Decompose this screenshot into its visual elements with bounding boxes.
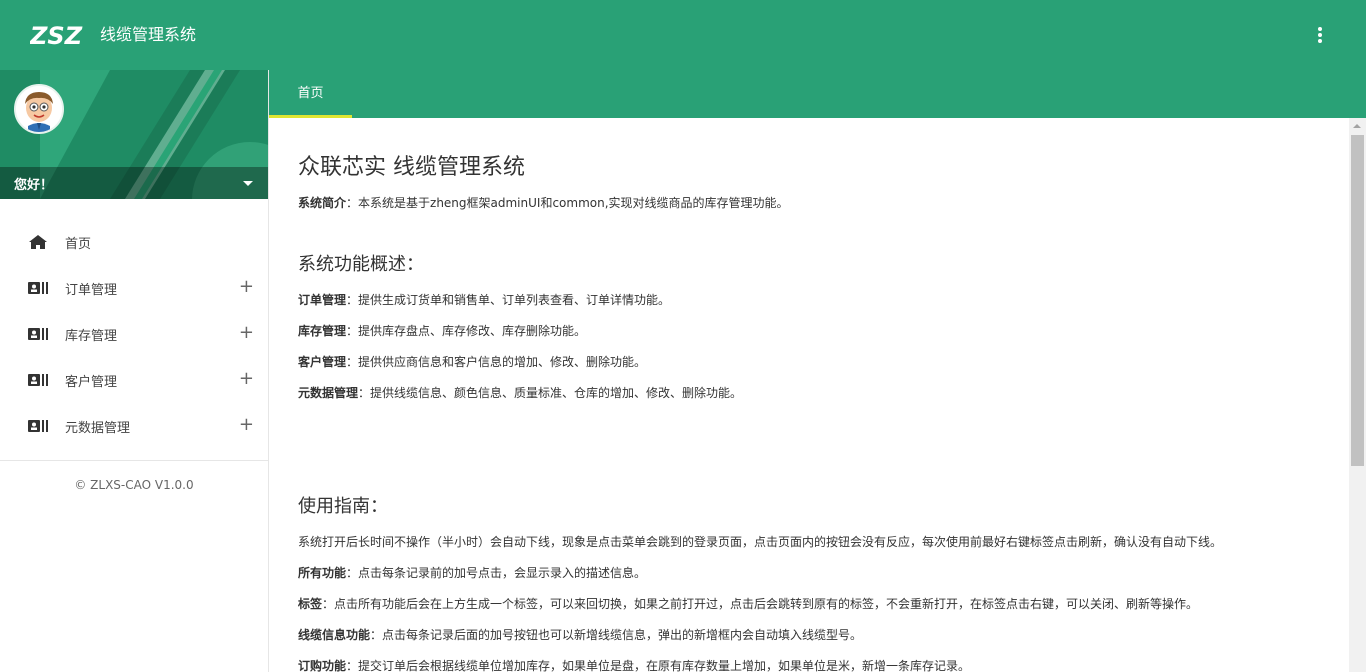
greeting-bar[interactable]: 您好！ <box>0 167 268 199</box>
tab-bar: 首页 <box>269 70 1366 118</box>
feature-label: 元数据管理 <box>298 386 359 400</box>
id-card-icon <box>28 420 48 432</box>
guide-line: 线缆信息功能：点击每条记录后面的加号按钮也可以新增线缆信息，弹出的新增框内会自动… <box>298 627 1349 643</box>
guide-label: 订购功能 <box>298 659 347 672</box>
feature-text: ：提供生成订货单和销售单、订单列表查看、订单详情功能。 <box>346 293 671 307</box>
profile-panel: 您好！ <box>0 70 268 199</box>
sidebar-divider <box>0 460 268 461</box>
expand-plus-icon[interactable]: + <box>239 322 254 344</box>
guide-text: ：提交订单后会根据线缆单位增加库存，如果单位是盘，在原有库存数量上增加，如果单位… <box>346 659 971 672</box>
feature-label: 库存管理 <box>298 324 347 338</box>
id-card-icon <box>28 374 48 386</box>
guide-heading: 使用指南： <box>298 496 388 517</box>
sidebar-item-metadata[interactable]: 元数据管理 + <box>0 403 268 449</box>
scroll-up-arrow-icon[interactable] <box>1353 124 1361 128</box>
feature-text: ：提供线缆信息、颜色信息、质量标准、仓库的增加、修改、删除功能。 <box>358 386 743 400</box>
intro-paragraph: 系统简介：本系统是基于zheng框架adminUI和common,实现对线缆商品… <box>298 195 1349 211</box>
scrollbar-thumb[interactable] <box>1351 135 1364 466</box>
svg-text:ZSZ: ZSZ <box>30 22 83 48</box>
sidebar-item-home[interactable]: 首页 <box>0 219 268 265</box>
logo: ZSZ <box>30 22 83 48</box>
sidebar-menu: 首页 订单管理 + 库存管理 + 客户管理 + 元数据管理 + <box>0 199 268 449</box>
feature-label: 订单管理 <box>298 293 347 307</box>
expand-plus-icon[interactable]: + <box>239 276 254 298</box>
feature-line: 订单管理：提供生成订货单和销售单、订单列表查看、订单详情功能。 <box>298 292 1349 308</box>
features-heading: 系统功能概述： <box>298 254 424 275</box>
version-label: © ZLXS-CAO V1.0.0 <box>74 478 194 492</box>
guide-line: 标签：点击所有功能后会在上方生成一个标签，可以来回切换，如果之前打开过，点击后会… <box>298 596 1349 612</box>
intro-text: ：本系统是基于zheng框架adminUI和common,实现对线缆商品的库存管… <box>346 196 789 210</box>
more-menu-icon[interactable] <box>1310 24 1330 46</box>
top-header: ZSZ 线缆管理系统 <box>0 0 1366 70</box>
feature-text: ：提供库存盘点、库存修改、库存删除功能。 <box>346 324 587 338</box>
content-scrollbar[interactable] <box>1349 118 1366 672</box>
expand-plus-icon[interactable]: + <box>239 414 254 436</box>
sidebar-item-inventory[interactable]: 库存管理 + <box>0 311 268 357</box>
app-title: 线缆管理系统 <box>100 25 197 44</box>
greeting-text: 您好！ <box>14 178 54 193</box>
home-icon <box>29 235 47 249</box>
tab-label: 首页 <box>297 86 324 101</box>
sidebar-item-customers[interactable]: 客户管理 + <box>0 357 268 403</box>
sidebar-item-label: 客户管理 <box>65 375 118 390</box>
sidebar-item-orders[interactable]: 订单管理 + <box>0 265 268 311</box>
guide-line: 所有功能：点击每条记录前的加号点击，会显示录入的描述信息。 <box>298 565 1349 581</box>
id-card-icon <box>28 328 48 340</box>
guide-text: ：点击每条记录后面的加号按钮也可以新增线缆信息，弹出的新增框内会自动填入线缆型号… <box>370 628 863 642</box>
sidebar-item-label: 元数据管理 <box>65 421 131 436</box>
avatar <box>14 84 64 134</box>
feature-line: 元数据管理：提供线缆信息、颜色信息、质量标准、仓库的增加、修改、删除功能。 <box>298 385 1349 401</box>
guide-line: 订购功能：提交订单后会根据线缆单位增加库存，如果单位是盘，在原有库存数量上增加，… <box>298 658 1349 672</box>
id-card-icon <box>28 282 48 294</box>
guide-label: 标签 <box>298 597 323 611</box>
page-title: 众联芯实 线缆管理系统 <box>298 155 525 180</box>
feature-text: ：提供供应商信息和客户信息的增加、修改、删除功能。 <box>346 355 647 369</box>
guide-label: 所有功能 <box>298 566 347 580</box>
tab-home[interactable]: 首页 <box>269 70 352 118</box>
feature-label: 客户管理 <box>298 355 347 369</box>
expand-plus-icon[interactable]: + <box>239 368 254 390</box>
main-content: 众联芯实 线缆管理系统 系统简介：本系统是基于zheng框架adminUI和co… <box>269 118 1349 672</box>
sidebar-item-label: 库存管理 <box>65 329 118 344</box>
feature-line: 库存管理：提供库存盘点、库存修改、库存删除功能。 <box>298 323 1349 339</box>
feature-line: 客户管理：提供供应商信息和客户信息的增加、修改、删除功能。 <box>298 354 1349 370</box>
guide-label: 线缆信息功能 <box>298 628 371 642</box>
sidebar-item-label: 首页 <box>65 237 92 252</box>
guide-line: 系统打开后长时间不操作（半小时）会自动下线，现象是点击菜单会跳到的登录页面，点击… <box>298 535 1223 549</box>
guide-text: ：点击所有功能后会在上方生成一个标签，可以来回切换，如果之前打开过，点击后会跳转… <box>322 597 1199 611</box>
intro-label: 系统简介 <box>298 196 347 210</box>
sidebar-item-label: 订单管理 <box>65 283 118 298</box>
sidebar: 您好！ 首页 订单管理 + 库存管理 + 客户管理 + 元数据管理 + © ZL… <box>0 70 269 672</box>
guide-text: ：点击每条记录前的加号点击，会显示录入的描述信息。 <box>346 566 647 580</box>
caret-down-icon[interactable] <box>243 181 253 186</box>
